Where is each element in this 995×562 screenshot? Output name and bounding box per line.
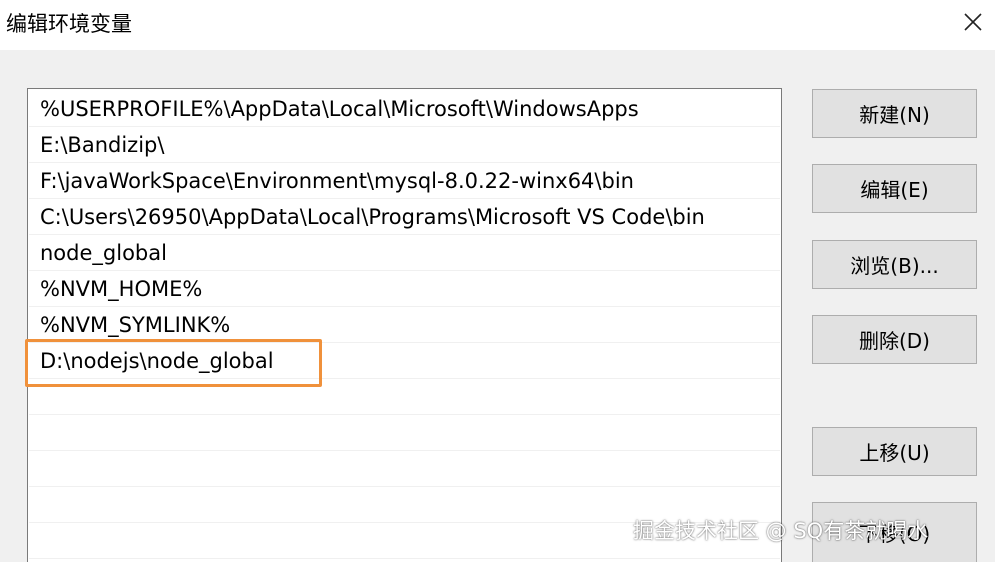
path-listbox[interactable]: %USERPROFILE%\AppData\Local\Microsoft\Wi… [27,88,782,562]
list-item[interactable]: %NVM_SYMLINK% [29,307,780,343]
list-item-text: %NVM_HOME% [40,277,203,301]
list-item-empty[interactable] [29,451,780,487]
list-item-highlighted[interactable]: D:\nodejs\node_global [29,343,780,379]
title-bar: 编辑环境变量 [0,0,995,50]
list-item-text: %NVM_SYMLINK% [40,313,231,337]
move-up-button[interactable]: 上移(U) [812,427,977,476]
window-title: 编辑环境变量 [6,12,132,36]
list-item-text: %USERPROFILE%\AppData\Local\Microsoft\Wi… [40,97,639,121]
new-button[interactable]: 新建(N) [812,89,977,138]
list-item[interactable]: C:\Users\26950\AppData\Local\Programs\Mi… [29,199,780,235]
list-item-text: D:\nodejs\node_global [40,349,274,373]
list-item-text: C:\Users\26950\AppData\Local\Programs\Mi… [40,205,705,229]
list-item[interactable]: E:\Bandizip\ [29,127,780,163]
list-item-empty[interactable] [29,415,780,451]
watermark: 掘金技术社区 @ SQ有茶就喝水 [633,519,929,543]
list-item-text: E:\Bandizip\ [40,133,165,157]
close-icon [963,13,982,31]
list-item[interactable]: %USERPROFILE%\AppData\Local\Microsoft\Wi… [29,91,780,127]
list-item-text: F:\javaWorkSpace\Environment\mysql-8.0.2… [40,169,634,193]
close-button[interactable] [950,2,995,42]
list-item[interactable]: F:\javaWorkSpace\Environment\mysql-8.0.2… [29,163,780,199]
list-item-text: node_global [40,241,167,265]
list-item-empty[interactable] [29,379,780,415]
delete-button[interactable]: 删除(D) [812,315,977,364]
browse-button[interactable]: 浏览(B)... [812,240,977,289]
list-item[interactable]: node_global [29,235,780,271]
list-item[interactable]: %NVM_HOME% [29,271,780,307]
edit-button[interactable]: 编辑(E) [812,164,977,213]
